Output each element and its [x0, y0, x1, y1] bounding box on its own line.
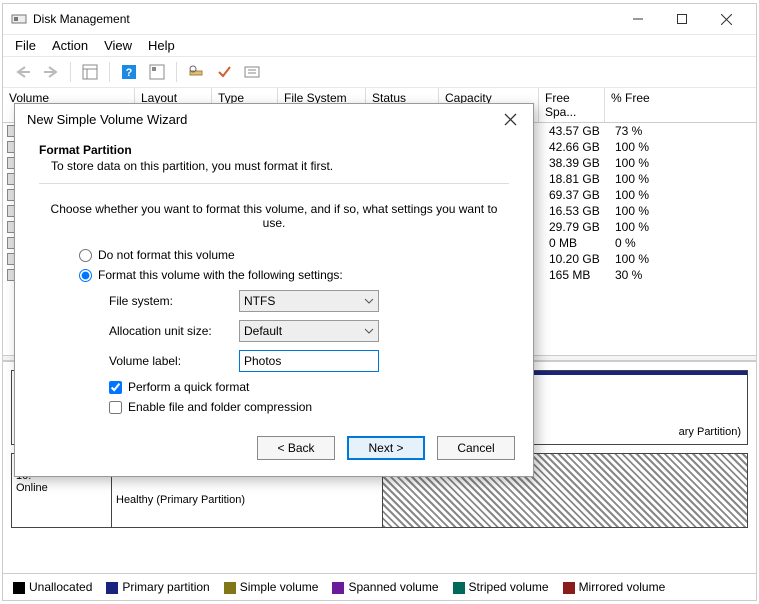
close-window-button[interactable]: [704, 4, 748, 34]
volume-pfree: 100 %: [609, 140, 689, 154]
legend-sw-primary: [106, 582, 118, 594]
next-button[interactable]: Next >: [347, 436, 425, 460]
file-system-select[interactable]: NTFS: [239, 290, 379, 312]
volume-free: 0 MB: [543, 236, 609, 250]
legend-striped: Striped volume: [469, 580, 549, 594]
volume-free: 18.81 GB: [543, 172, 609, 186]
back-button[interactable]: [11, 60, 35, 84]
wizard-heading: Format Partition: [39, 143, 509, 157]
app-icon: [11, 11, 27, 27]
quick-format-label: Perform a quick format: [128, 380, 249, 394]
allocation-unit-select[interactable]: Default: [239, 320, 379, 342]
volume-free: 10.20 GB: [543, 252, 609, 266]
menu-action[interactable]: Action: [52, 38, 88, 53]
volume-pfree: 100 %: [609, 188, 689, 202]
radio-format-label: Format this volume with the following se…: [98, 268, 343, 282]
volume-free: 69.37 GB: [543, 188, 609, 202]
new-simple-volume-wizard: New Simple Volume Wizard Format Partitio…: [14, 103, 534, 477]
menu-file[interactable]: File: [15, 38, 36, 53]
legend-sw-unallocated: [13, 582, 25, 594]
menu-view[interactable]: View: [104, 38, 132, 53]
legend-sw-striped: [453, 582, 465, 594]
volume-pfree: 100 %: [609, 252, 689, 266]
radio-do-not-format[interactable]: [79, 249, 92, 262]
chevron-down-icon: [364, 328, 374, 334]
window-title: Disk Management: [33, 12, 130, 26]
radio-format[interactable]: [79, 269, 92, 282]
volume-pfree: 100 %: [609, 204, 689, 218]
legend-sw-mirrored: [563, 582, 575, 594]
legend-mirrored: Mirrored volume: [579, 580, 666, 594]
volume-free: 43.57 GB: [543, 124, 609, 138]
file-system-value: NTFS: [244, 294, 275, 308]
volume-pfree: 30 %: [609, 268, 689, 282]
file-system-label: File system:: [109, 294, 239, 308]
wizard-subheading: To store data on this partition, you mus…: [51, 159, 509, 173]
back-button[interactable]: < Back: [257, 436, 335, 460]
compression-label: Enable file and folder compression: [128, 400, 312, 414]
compression-checkbox[interactable]: [109, 401, 122, 414]
volume-label-input[interactable]: [239, 350, 379, 372]
allocation-unit-value: Default: [244, 324, 282, 338]
legend-unallocated: Unallocated: [29, 580, 92, 594]
volume-free: 29.79 GB: [543, 220, 609, 234]
allocation-unit-label: Allocation unit size:: [109, 324, 239, 338]
toolbar-icon-3[interactable]: [212, 60, 236, 84]
disk1-status: Online: [16, 482, 107, 494]
forward-button[interactable]: [39, 60, 63, 84]
volume-pfree: 100 %: [609, 172, 689, 186]
col-percent-free[interactable]: % Free: [605, 88, 685, 122]
volume-pfree: 73 %: [609, 124, 689, 138]
maximize-button[interactable]: [660, 4, 704, 34]
volume-pfree: 0 %: [609, 236, 689, 250]
toolbar-icon-2[interactable]: [145, 60, 169, 84]
col-free-space[interactable]: Free Spa...: [539, 88, 605, 122]
volume-label-label: Volume label:: [109, 354, 239, 368]
legend-simple: Simple volume: [240, 580, 319, 594]
close-icon[interactable]: [500, 113, 521, 126]
cancel-button[interactable]: Cancel: [437, 436, 515, 460]
volume-free: 165 MB: [543, 268, 609, 282]
disk1-partition-0-status: Healthy (Primary Partition): [116, 494, 378, 506]
legend-sw-simple: [224, 582, 236, 594]
volume-free: 42.66 GB: [543, 140, 609, 154]
legend-sw-spanned: [332, 582, 344, 594]
chevron-down-icon: [364, 298, 374, 304]
wizard-title: New Simple Volume Wizard: [27, 112, 187, 127]
wizard-prompt: Choose whether you want to format this v…: [39, 183, 509, 230]
refresh-icon[interactable]: [184, 60, 208, 84]
svg-text:?: ?: [126, 67, 133, 79]
menu-help[interactable]: Help: [148, 38, 175, 53]
volume-free: 16.53 GB: [543, 204, 609, 218]
volume-pfree: 100 %: [609, 156, 689, 170]
toolbar-icon-1[interactable]: [78, 60, 102, 84]
radio-do-not-format-label: Do not format this volume: [98, 248, 235, 262]
volume-free: 38.39 GB: [543, 156, 609, 170]
quick-format-checkbox[interactable]: [109, 381, 122, 394]
minimize-button[interactable]: [616, 4, 660, 34]
toolbar-icon-4[interactable]: [240, 60, 264, 84]
help-icon[interactable]: ?: [117, 60, 141, 84]
disk0-partition-status: ary Partition): [679, 426, 741, 438]
legend-spanned: Spanned volume: [348, 580, 438, 594]
volume-pfree: 100 %: [609, 220, 689, 234]
legend-primary: Primary partition: [122, 580, 209, 594]
